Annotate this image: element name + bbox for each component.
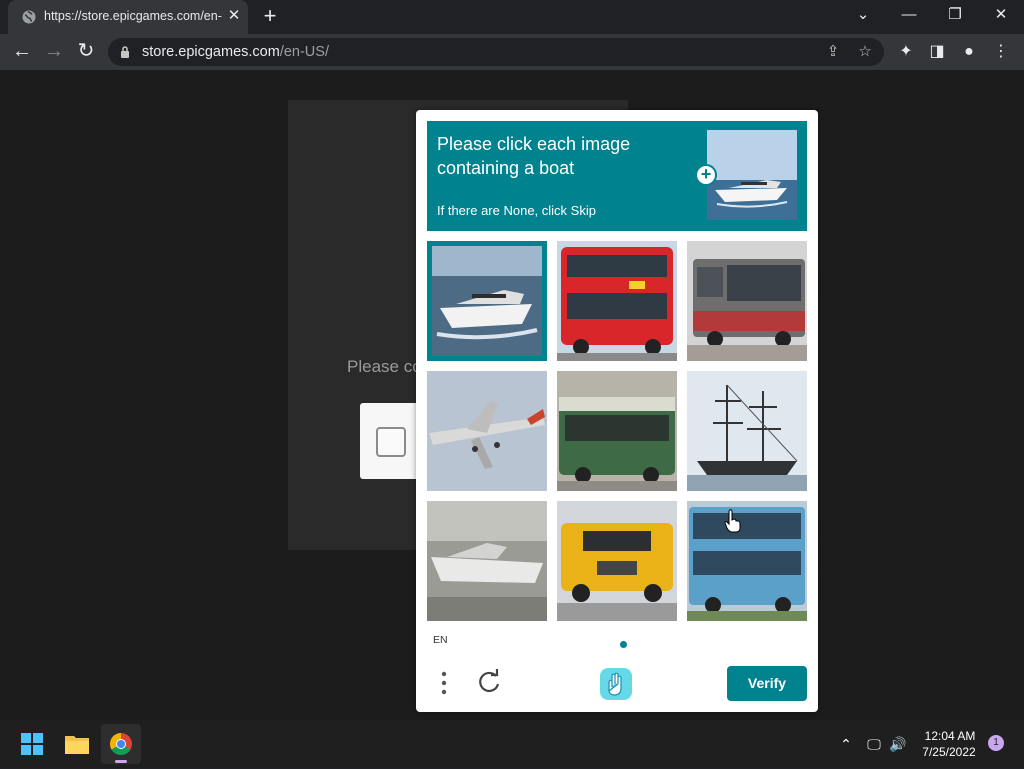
forward-icon[interactable]: → <box>40 38 68 66</box>
side-panel-icon[interactable]: ◨ <box>926 41 948 63</box>
volume-icon[interactable]: 🔊 <box>888 736 908 754</box>
browser-tab[interactable]: https://store.epicgames.com/en- ✕ <box>8 0 248 34</box>
yellow-school-bus-image <box>557 501 677 621</box>
menu-kebab-icon[interactable]: ⋮ <box>990 41 1012 63</box>
hand-cursor-icon <box>724 509 741 533</box>
new-tab-icon[interactable]: + <box>258 5 282 29</box>
green-bus-image <box>557 371 677 491</box>
prompt-text: Please click each image containing a boa… <box>437 134 631 178</box>
language-selector[interactable]: EN <box>433 634 448 646</box>
restore-icon[interactable]: ❐ <box>940 4 970 28</box>
captcha-checkbox[interactable] <box>376 427 406 457</box>
windows-start-icon[interactable] <box>12 724 52 764</box>
extensions-icon[interactable]: ✦ <box>895 41 917 63</box>
globe-icon <box>22 10 36 24</box>
image-tile-7[interactable] <box>427 501 547 621</box>
image-tile-4[interactable] <box>427 371 547 491</box>
url-host: store.epicgames.com <box>142 44 280 60</box>
refresh-icon[interactable] <box>476 668 502 696</box>
notification-badge[interactable]: 1 <box>988 735 1004 751</box>
bookmark-star-icon[interactable]: ☆ <box>856 43 874 61</box>
file-explorer-icon[interactable] <box>57 724 97 764</box>
red-bus-image <box>687 241 807 361</box>
back-icon[interactable]: ← <box>8 38 36 66</box>
address-bar[interactable]: store.epicgames.com/en-US/ ⇪ ☆ <box>108 38 884 66</box>
prompt-subtext: If there are None, click Skip <box>437 203 596 218</box>
url-path: /en-US/ <box>279 44 329 60</box>
tab-close-icon[interactable]: ✕ <box>226 7 242 25</box>
clock-date[interactable]: 7/25/2022 <box>916 745 982 759</box>
browser-toolbar: ← → ↻ store.epicgames.com/en-US/ ⇪ ☆ ✦ ◨… <box>0 34 1024 70</box>
verify-button[interactable]: Verify <box>727 666 807 701</box>
profile-icon[interactable]: ● <box>958 41 980 63</box>
tab-search-chevron-icon[interactable]: ⌄ <box>848 4 878 28</box>
network-icon[interactable]: 🖵 <box>864 736 884 754</box>
zoom-plus-icon[interactable]: + <box>695 164 717 186</box>
share-icon[interactable]: ⇪ <box>824 43 842 61</box>
clock-time[interactable]: 12:04 AM <box>920 729 980 743</box>
tray-chevron-icon[interactable]: ⌃ <box>836 736 856 754</box>
captcha-challenge: Please click each image containing a boa… <box>416 110 818 712</box>
captcha-prompt: Please click each image containing a boa… <box>427 121 807 231</box>
tab-strip: https://store.epicgames.com/en- ✕ + ⌄ — … <box>0 0 1024 34</box>
menu-dots-icon[interactable] <box>436 670 452 696</box>
lock-icon <box>121 46 129 58</box>
sailing-ship-image <box>687 371 807 491</box>
motorboat-image <box>427 501 547 621</box>
url-text[interactable]: store.epicgames.com/en-US/ <box>142 44 329 60</box>
image-tile-9[interactable] <box>687 501 807 621</box>
red-double-decker-bus-image <box>557 241 677 361</box>
background-text: Please co <box>347 357 422 376</box>
image-tile-2[interactable] <box>557 241 677 361</box>
minimize-icon[interactable]: — <box>894 4 924 28</box>
page-indicator-dot <box>620 641 627 648</box>
airplane-image <box>427 371 547 491</box>
reload-icon[interactable]: ↻ <box>72 38 100 66</box>
image-tile-3[interactable] <box>687 241 807 361</box>
chrome-icon <box>110 733 132 763</box>
hcaptcha-logo-icon[interactable] <box>599 667 633 701</box>
tab-title: https://store.epicgames.com/en- <box>44 9 222 23</box>
chrome-taskbar-button[interactable] <box>101 724 141 764</box>
example-image <box>707 130 797 220</box>
window-close-icon[interactable]: ✕ <box>986 4 1016 28</box>
image-tile-1[interactable] <box>427 241 547 361</box>
image-tile-6[interactable] <box>687 371 807 491</box>
image-tile-5[interactable] <box>557 371 677 491</box>
yacht-image <box>432 246 542 356</box>
blue-double-decker-bus-image <box>687 501 807 621</box>
image-tile-8[interactable] <box>557 501 677 621</box>
